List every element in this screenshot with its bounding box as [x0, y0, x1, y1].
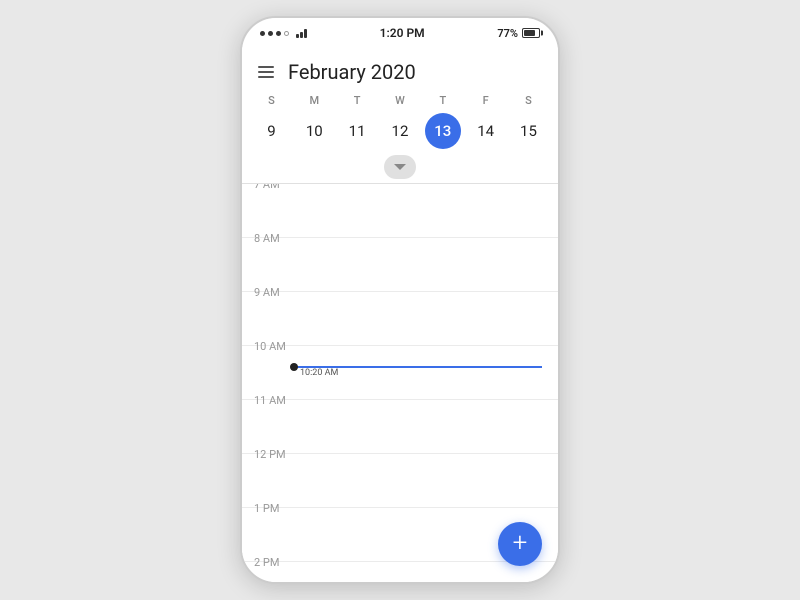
time-label-2pm: 2 PM: [254, 556, 294, 569]
week-label-1: M: [296, 94, 332, 107]
hamburger-line2: [258, 71, 274, 73]
status-left: [260, 28, 307, 38]
time-label-7am: 7 AM: [254, 184, 294, 191]
app-content: February 2020 S M T W T F S 9 10 11 12 1…: [242, 46, 558, 582]
time-slot-7am: 7 AM: [242, 184, 558, 238]
current-time-bar: 10:20 AM: [294, 366, 542, 368]
day-15[interactable]: 15: [510, 113, 546, 149]
time-slot-2pm: 2 PM: [242, 562, 558, 582]
time-slot-11am: 11 AM: [242, 400, 558, 454]
time-label-1pm: 1 PM: [254, 502, 294, 515]
battery-icon: [522, 28, 540, 38]
expand-row: [242, 153, 558, 183]
menu-button[interactable]: [258, 66, 274, 78]
day-9[interactable]: 9: [253, 113, 289, 149]
time-grid-wrapper: 7 AM 8 AM 9 AM 10 AM: [242, 184, 558, 582]
month-title: February 2020: [288, 60, 416, 84]
time-slot-9am: 9 AM: [242, 292, 558, 346]
week-label-6: S: [510, 94, 546, 107]
week-label-4: T: [425, 94, 461, 107]
hamburger-line3: [258, 76, 274, 78]
dot2: [268, 31, 273, 36]
dot4: [284, 31, 289, 36]
time-label-11am: 11 AM: [254, 394, 294, 407]
hamburger-line1: [258, 66, 274, 68]
day-13-selected[interactable]: 13: [425, 113, 461, 149]
day-10[interactable]: 10: [296, 113, 332, 149]
week-label-0: S: [253, 94, 289, 107]
time-label-8am: 8 AM: [254, 232, 294, 245]
time-slot-12pm: 12 PM: [242, 454, 558, 508]
calendar-header: February 2020: [242, 46, 558, 92]
week-labels: S M T W T F S: [242, 92, 558, 111]
status-bar: 1:20 PM 77%: [242, 18, 558, 46]
time-slot-10am: 10 AM 10:20 AM: [242, 346, 558, 400]
week-label-2: T: [339, 94, 375, 107]
phone-frame: 1:20 PM 77% February 2020 S M T W T F: [240, 16, 560, 584]
time-grid[interactable]: 7 AM 8 AM 9 AM 10 AM: [242, 184, 558, 582]
time-label-10am: 10 AM: [254, 340, 294, 353]
time-label-12pm: 12 PM: [254, 448, 294, 461]
wifi-icon: [296, 28, 307, 38]
week-label-5: F: [468, 94, 504, 107]
day-14[interactable]: 14: [468, 113, 504, 149]
dot3: [276, 31, 281, 36]
battery-fill: [524, 30, 535, 36]
status-right: 77%: [497, 27, 540, 40]
add-event-fab[interactable]: +: [498, 522, 542, 566]
current-time-label: 10:20 AM: [300, 368, 338, 378]
day-11[interactable]: 11: [339, 113, 375, 149]
time-label-9am: 9 AM: [254, 286, 294, 299]
chevron-down-icon: [394, 164, 406, 170]
status-time: 1:20 PM: [380, 26, 425, 40]
day-12[interactable]: 12: [382, 113, 418, 149]
signal-dots: [260, 31, 289, 36]
current-time-dot: [290, 363, 298, 371]
week-label-3: W: [382, 94, 418, 107]
add-icon: +: [513, 530, 528, 556]
time-slot-8am: 8 AM: [242, 238, 558, 292]
battery-pct: 77%: [497, 27, 518, 40]
dot1: [260, 31, 265, 36]
day-numbers: 9 10 11 12 13 14 15: [242, 111, 558, 153]
expand-button[interactable]: [384, 155, 416, 179]
